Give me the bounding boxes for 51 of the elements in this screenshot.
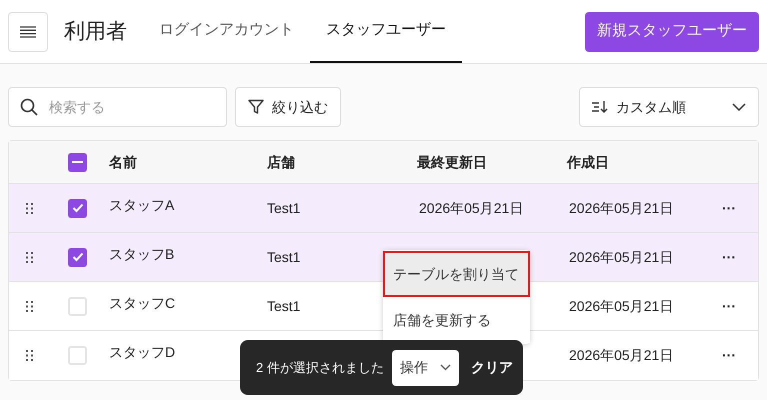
table-cell: スタッフD	[109, 344, 176, 360]
more-button[interactable]: ···	[722, 345, 736, 366]
table-cell: スタッフC	[109, 294, 176, 310]
menu-button[interactable]	[8, 12, 48, 52]
table-cell: Test1	[267, 298, 300, 314]
table-cell: 2026年05月21日	[419, 200, 524, 216]
tab[interactable]: スタッフユーザー	[310, 0, 462, 63]
drag-handle-icon[interactable]	[26, 300, 33, 312]
table-cell: Test1	[267, 248, 300, 264]
checkmark-icon	[72, 252, 84, 262]
chevron-down-icon	[732, 103, 746, 111]
drag-handle-icon[interactable]	[26, 350, 33, 361]
drag-handle-icon[interactable]	[26, 202, 33, 214]
checkbox[interactable]	[68, 296, 87, 316]
table-cell: 2026年05月21日	[569, 248, 674, 264]
sort-dropdown[interactable]: カスタム順	[579, 87, 759, 127]
column-header: 作成日	[567, 154, 609, 170]
checkbox[interactable]	[68, 152, 87, 172]
table-cell: Test1	[267, 200, 300, 216]
table-cell: スタッフA	[109, 196, 174, 212]
checkbox[interactable]	[68, 346, 87, 365]
column-header: 最終更新日	[417, 154, 487, 170]
menu-item[interactable]: テーブルを割り当て	[383, 251, 530, 297]
table-cell: スタッフB	[109, 246, 174, 262]
chevron-down-icon	[440, 364, 451, 371]
checkbox[interactable]	[68, 248, 87, 266]
tab[interactable]: ログインアカウント	[143, 0, 310, 63]
selection-count: 2 件が選択されました	[256, 358, 384, 377]
action-select[interactable]: 操作	[392, 350, 459, 386]
filter-icon	[248, 99, 264, 115]
more-button[interactable]: ···	[722, 198, 736, 218]
column-header: 名前	[109, 154, 137, 170]
filter-button[interactable]: 絞り込む	[235, 87, 341, 127]
checkmark-icon	[72, 203, 84, 213]
more-button[interactable]: ···	[722, 296, 736, 316]
menu-icon	[20, 26, 36, 38]
menu-item[interactable]: 店舗を更新する	[383, 297, 530, 343]
new-staff-user-button[interactable]: 新規スタッフユーザー	[585, 12, 759, 52]
clear-button[interactable]: クリア	[470, 357, 513, 378]
search-field[interactable]: 検索する	[8, 87, 227, 127]
more-button[interactable]: ···	[722, 246, 736, 268]
sort-icon	[592, 100, 608, 114]
table-cell: 2026年05月21日	[569, 200, 674, 216]
checkbox[interactable]	[68, 198, 87, 218]
page-title: 利用者	[64, 18, 127, 45]
minus-icon	[72, 161, 83, 163]
column-header: 店舗	[267, 154, 295, 170]
search-icon	[20, 98, 38, 116]
table-cell: 2026年05月21日	[569, 347, 674, 363]
table-cell: 2026年05月21日	[569, 298, 674, 314]
drag-handle-icon[interactable]	[26, 252, 33, 262]
